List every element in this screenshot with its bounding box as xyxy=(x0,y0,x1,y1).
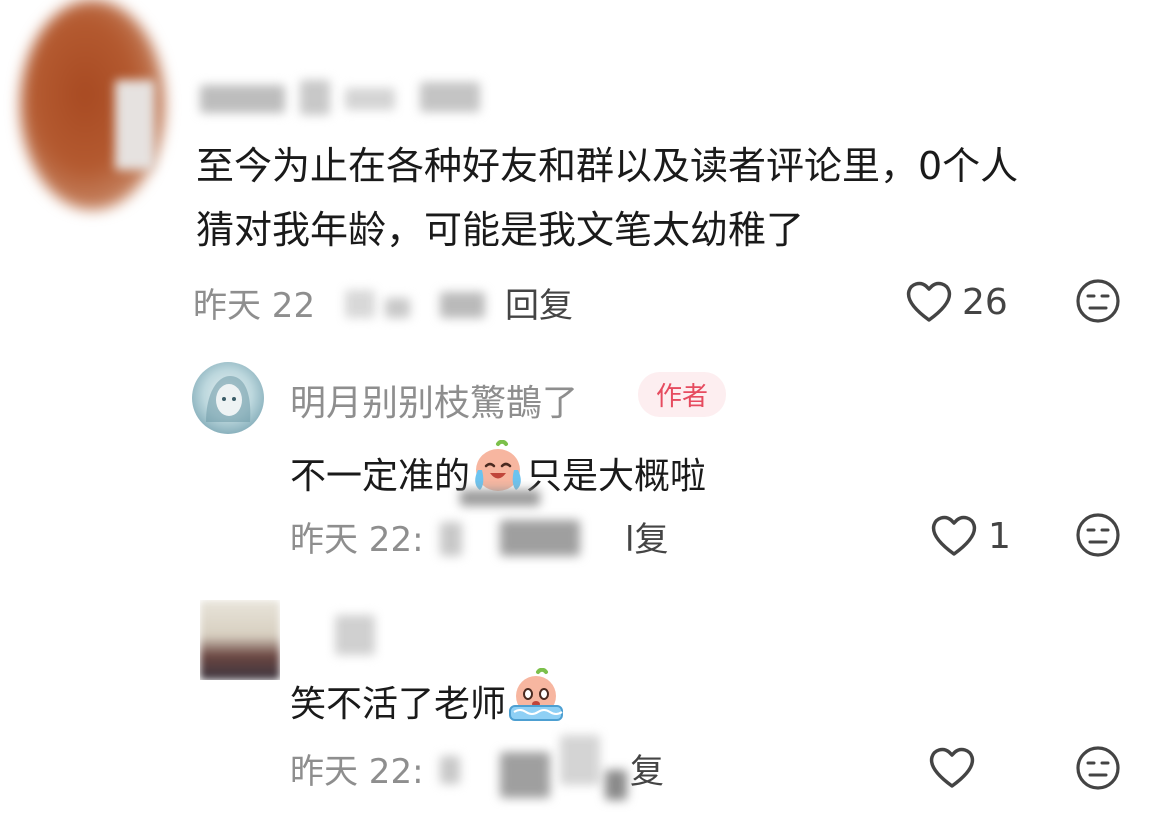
heart-outline-icon[interactable] xyxy=(930,514,978,558)
reply-text-content: 笑不活了老师 xyxy=(290,683,507,725)
avatar-edge-blur xyxy=(115,80,155,170)
redacted-time xyxy=(345,290,375,318)
redacted-time xyxy=(560,735,600,785)
neutral-face-icon[interactable] xyxy=(1075,512,1121,558)
redacted-username xyxy=(345,88,395,110)
comment-thread: 至今为止在各种好友和群以及读者评论里，0个人 猜对我年龄，可能是我文笔太幼稚了 … xyxy=(0,0,1170,830)
reply-button[interactable]: l复 xyxy=(625,512,668,561)
reply-text: 笑不活了老师 xyxy=(290,667,566,733)
comment-text-line1: 至今为止在各种好友和群以及读者评论里，0个人 xyxy=(196,144,1019,188)
reply-username[interactable]: 明月别别枝驚鵲了 xyxy=(290,374,578,426)
redacted-username xyxy=(200,85,285,113)
author-badge: 作者 xyxy=(638,372,727,417)
like-count: 1 xyxy=(988,516,1011,557)
reply-timestamp: 昨天 22: xyxy=(290,752,424,792)
neutral-face-icon[interactable] xyxy=(1075,278,1121,324)
reply-button[interactable]: 回复 xyxy=(505,278,573,327)
author-avatar[interactable] xyxy=(192,362,264,434)
redacted-time xyxy=(440,756,460,784)
redacted-username xyxy=(335,615,375,655)
heart-outline-icon[interactable] xyxy=(928,746,976,790)
reply-button[interactable]: 复 xyxy=(630,744,664,793)
heart-outline-icon[interactable] xyxy=(905,280,953,324)
reply-text-before: 不一定准的 xyxy=(290,455,471,497)
redacted-time xyxy=(440,522,462,556)
crying-laughing-emoji xyxy=(506,667,566,733)
redacted-time xyxy=(605,770,627,800)
comment-timestamp: 昨天 22 xyxy=(193,286,316,326)
comment-text-line2: 猜对我年龄，可能是我文笔太幼稚了 xyxy=(196,208,805,252)
redacted-time xyxy=(440,292,485,318)
redacted-time xyxy=(500,752,550,798)
redacted-time xyxy=(500,520,580,556)
like-count: 26 xyxy=(962,282,1008,323)
redacted-username xyxy=(300,80,330,115)
neutral-face-icon[interactable] xyxy=(1075,745,1121,791)
redacted-strip xyxy=(460,490,540,506)
replier-avatar[interactable] xyxy=(200,600,280,680)
reply-timestamp: 昨天 22: xyxy=(290,520,424,560)
redacted-username xyxy=(420,82,480,112)
redacted-time xyxy=(385,298,410,318)
reply-text-after: 只是大概啦 xyxy=(526,455,707,497)
